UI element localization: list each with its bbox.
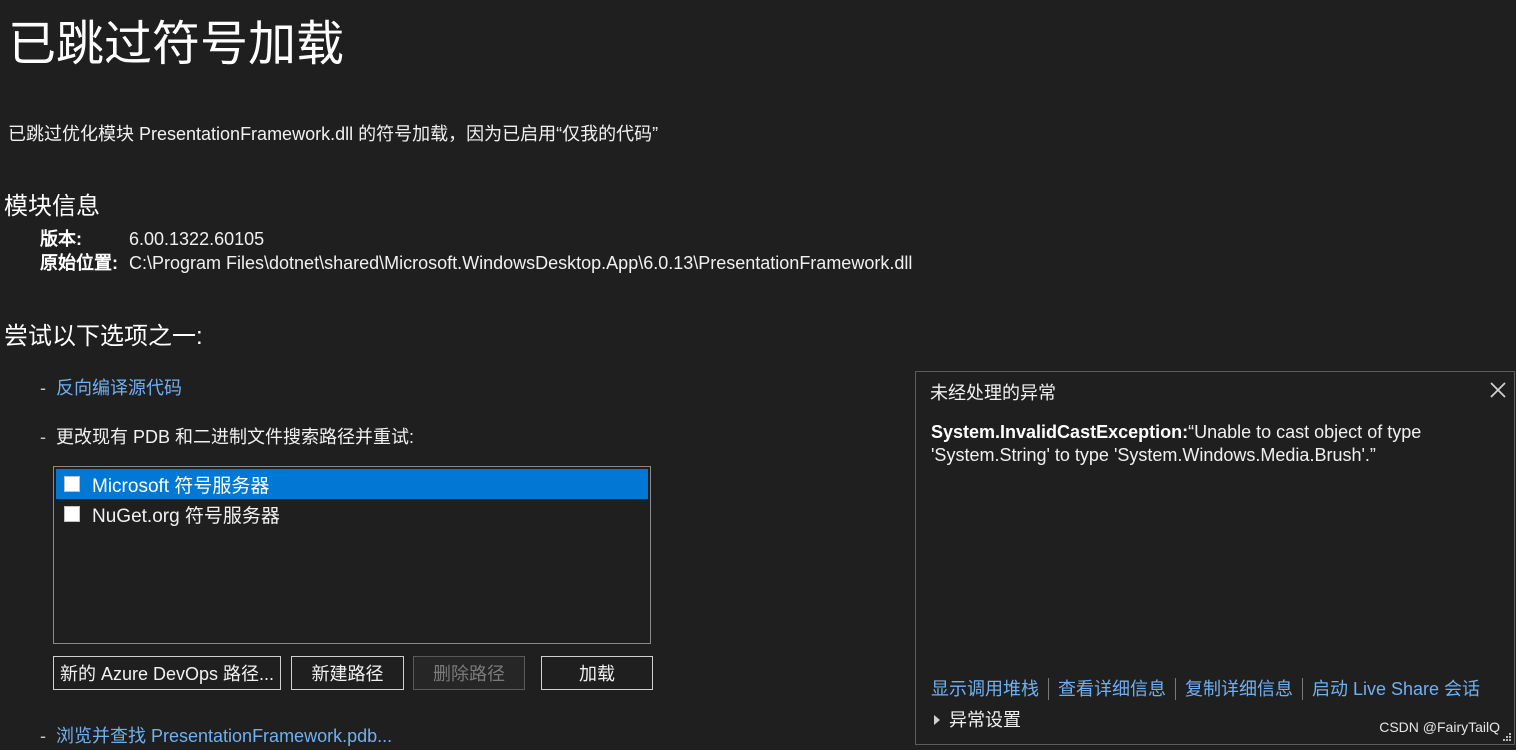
module-info-row-version: 版本: 6.00.1322.60105 <box>40 227 912 251</box>
watermark: CSDN @FairyTailQ <box>1379 719 1500 735</box>
page-title: 已跳过符号加载 <box>8 18 345 71</box>
location-label: 原始位置: <box>40 253 118 273</box>
page-subtitle: 已跳过优化模块 PresentationFramework.dll 的符号加载，… <box>8 124 659 144</box>
version-label: 版本: <box>40 229 82 249</box>
expand-triangle-icon <box>934 715 940 725</box>
delete-path-button[interactable]: 删除路径 <box>413 656 525 690</box>
symbol-load-page: 已跳过符号加载 已跳过优化模块 PresentationFramework.dl… <box>0 0 1516 750</box>
divider <box>1048 678 1049 700</box>
divider <box>1302 678 1303 700</box>
exception-actions: 显示调用堆栈 查看详细信息 复制详细信息 启动 Live Share 会话 <box>931 676 1480 702</box>
exception-message: System.InvalidCastException:“Unable to c… <box>931 421 1491 467</box>
exception-panel: 未经处理的异常 System.InvalidCastException:“Una… <box>915 371 1515 745</box>
option-decompile: - 反向编译源代码 <box>40 375 182 401</box>
option-browse: - 浏览并查找 PresentationFramework.pdb... <box>40 723 392 749</box>
decompile-source-link[interactable]: 反向编译源代码 <box>56 375 182 401</box>
symbol-server-list[interactable]: Microsoft 符号服务器 NuGet.org 符号服务器 <box>53 466 651 644</box>
bullet-dash: - <box>40 378 46 398</box>
view-details-link[interactable]: 查看详细信息 <box>1058 676 1166 702</box>
module-info-row-location: 原始位置: C:\Program Files\dotnet\shared\Mic… <box>40 251 912 275</box>
change-paths-text: 更改现有 PDB 和二进制文件搜索路径并重试: <box>56 427 415 447</box>
exception-settings-label: 异常设置 <box>949 710 1021 730</box>
bullet-dash: - <box>40 726 46 746</box>
browse-pdb-link[interactable]: 浏览并查找 PresentationFramework.pdb... <box>56 723 392 749</box>
microsoft-server-checkbox[interactable] <box>64 476 80 492</box>
load-button[interactable]: 加载 <box>541 656 653 690</box>
exception-panel-title: 未经处理的异常 <box>930 383 1056 403</box>
list-item-microsoft-server[interactable]: Microsoft 符号服务器 <box>56 469 648 499</box>
nuget-server-checkbox[interactable] <box>64 506 80 522</box>
new-azure-devops-path-button[interactable]: 新的 Azure DevOps 路径... <box>53 656 281 690</box>
divider <box>1175 678 1176 700</box>
new-path-button[interactable]: 新建路径 <box>291 656 404 690</box>
close-icon[interactable] <box>1486 378 1510 402</box>
module-info-heading: 模块信息 <box>4 193 100 220</box>
bullet-dash: - <box>40 427 46 447</box>
version-value: 6.00.1322.60105 <box>129 229 265 249</box>
nuget-server-label: NuGet.org 符号服务器 <box>92 505 280 527</box>
resize-grip-icon[interactable] <box>1503 733 1511 741</box>
location-value: C:\Program Files\dotnet\shared\Microsoft… <box>129 253 913 273</box>
list-item-nuget-server[interactable]: NuGet.org 符号服务器 <box>56 499 648 529</box>
module-info-table: 版本: 6.00.1322.60105 原始位置: C:\Program Fil… <box>40 227 912 275</box>
exception-settings-toggle[interactable]: 异常设置 <box>934 707 1021 733</box>
microsoft-server-label: Microsoft 符号服务器 <box>92 475 270 497</box>
copy-details-link[interactable]: 复制详细信息 <box>1185 676 1293 702</box>
start-live-share-link[interactable]: 启动 Live Share 会话 <box>1312 676 1480 702</box>
options-heading: 尝试以下选项之一: <box>4 323 203 350</box>
option-change-paths: - 更改现有 PDB 和二进制文件搜索路径并重试: <box>40 424 414 450</box>
show-call-stack-link[interactable]: 显示调用堆栈 <box>931 676 1039 702</box>
exception-type: System.InvalidCastException: <box>931 422 1189 442</box>
